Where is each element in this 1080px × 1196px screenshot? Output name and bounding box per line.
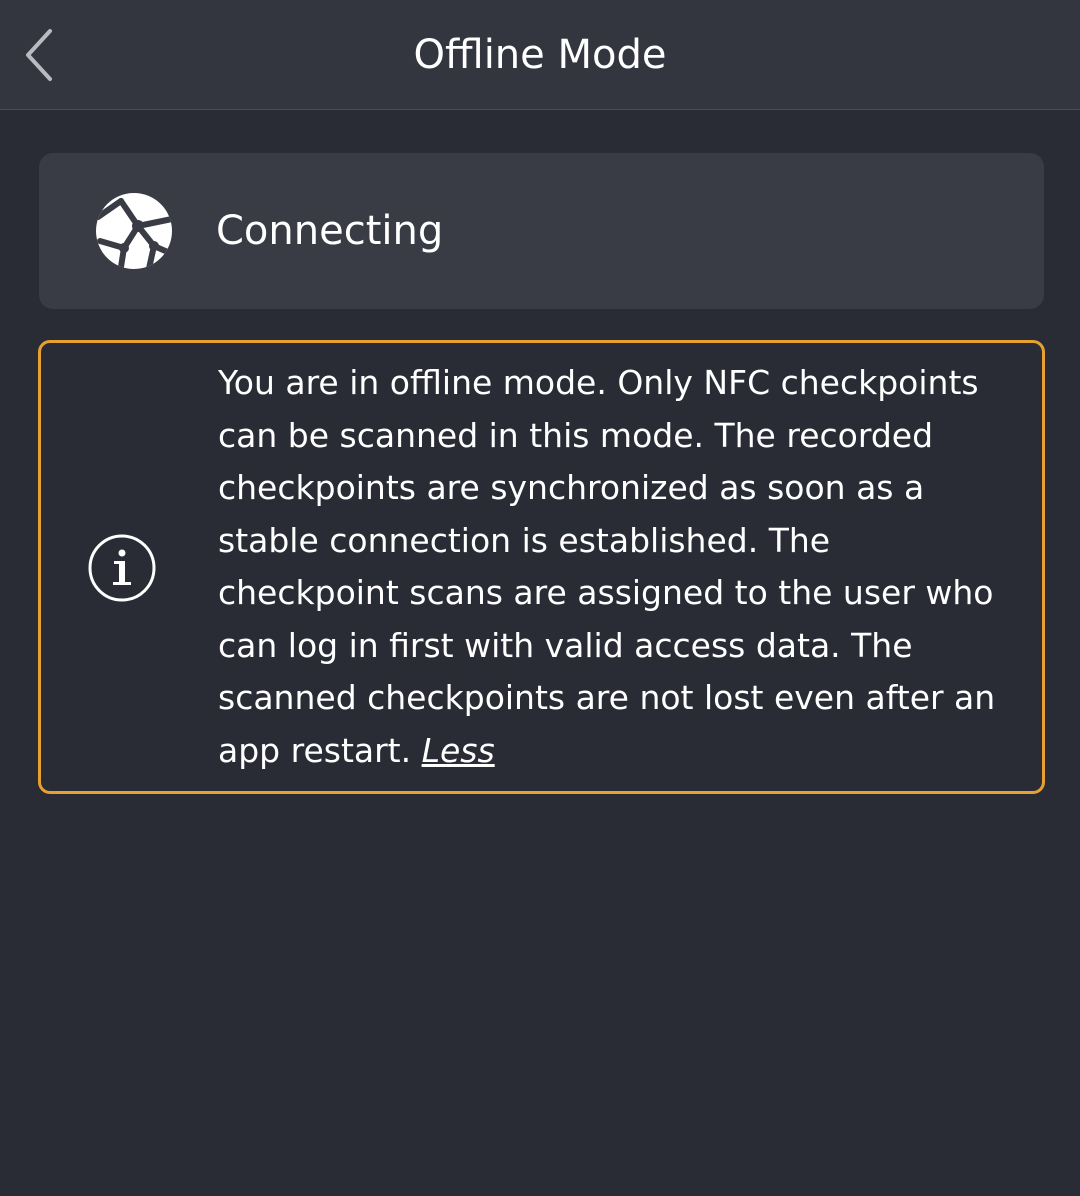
- less-link[interactable]: Less: [422, 731, 495, 770]
- info-circle-icon: [88, 534, 156, 602]
- top-app-bar: Offline Mode: [0, 0, 1080, 110]
- page-title: Offline Mode: [413, 32, 667, 78]
- globe-network-icon: [96, 193, 172, 269]
- connection-status-card[interactable]: Connecting: [39, 153, 1044, 309]
- info-message: You are in offline mode. Only NFC checkp…: [218, 357, 1018, 777]
- info-message-text: You are in offline mode. Only NFC checkp…: [218, 363, 996, 770]
- status-label: Connecting: [216, 208, 444, 254]
- offline-info-box: You are in offline mode. Only NFC checkp…: [38, 340, 1045, 794]
